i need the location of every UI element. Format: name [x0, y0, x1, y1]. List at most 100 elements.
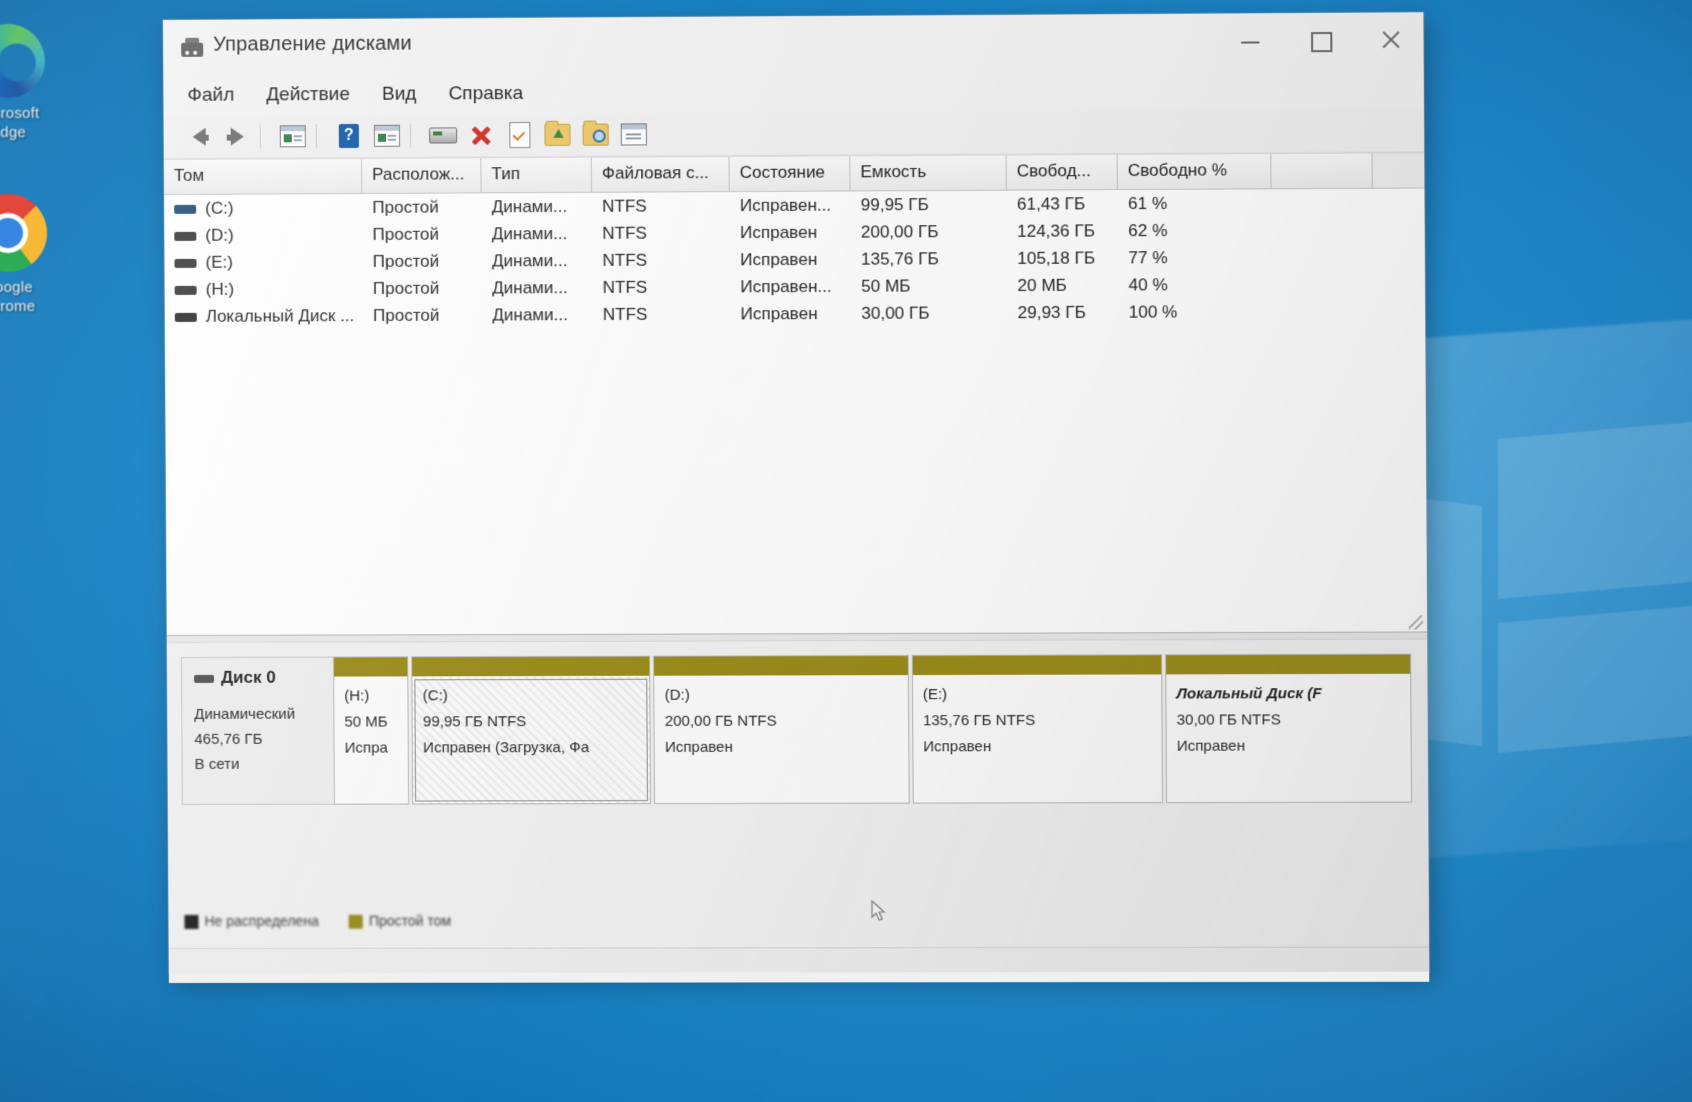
cell-volume: (E:) — [164, 252, 362, 273]
cell-file_system: NTFS — [592, 196, 730, 217]
partition-status: Испра — [345, 739, 409, 756]
cell-free_pct: 62 % — [1118, 220, 1272, 241]
cell-volume: (C:) — [164, 197, 362, 218]
cell-volume: (H:) — [165, 279, 363, 300]
cell-free_pct: 40 % — [1118, 274, 1272, 295]
cell-status: Исправен — [730, 303, 851, 324]
column-header-capacity[interactable]: Емкость — [850, 155, 1006, 190]
window-titlebar[interactable]: Управление дисками — [163, 12, 1424, 76]
folder-search-icon[interactable] — [576, 117, 614, 151]
column-header-free[interactable]: Свобод... — [1007, 155, 1118, 190]
menu-bar: Файл Действие Вид Справка — [163, 69, 1424, 116]
menu-item-view[interactable]: Вид — [382, 84, 417, 106]
menu-item-file[interactable]: Файл — [187, 85, 234, 107]
forward-arrow-icon[interactable] — [218, 119, 256, 153]
disk-management-window: Управление дисками Файл Действие Вид Спр… — [163, 12, 1429, 973]
desktop-icon-google-chrome[interactable]: Google Chrome — [0, 194, 68, 316]
column-header-spare[interactable] — [1271, 154, 1372, 189]
partition-strip: (H:) 50 МБ Испра (C:) 99,95 ГБ NTFS Исправен … — [333, 654, 1412, 805]
partition-color-bar — [334, 657, 408, 677]
volume-icon — [174, 231, 196, 240]
cell-status: Исправен... — [730, 195, 851, 216]
column-header-status[interactable]: Состояние — [730, 156, 851, 191]
partition-box[interactable]: Локальный Диск (F 30,00 ГБ NTFS Исправен — [1165, 654, 1412, 803]
partition-color-bar — [413, 657, 650, 678]
cell-capacity: 200,00 ГБ — [851, 221, 1007, 242]
graph-legend: Не распределена Простой том — [184, 912, 471, 929]
folder-up-icon[interactable] — [538, 118, 576, 152]
legend-item-simple-volume: Простой том — [349, 912, 451, 928]
menu-item-help[interactable]: Справка — [448, 83, 523, 105]
volume-icon — [174, 204, 196, 213]
show-action-pane-icon[interactable] — [368, 119, 406, 153]
maximize-button[interactable] — [1286, 13, 1355, 66]
partition-box[interactable]: (E:) 135,76 ГБ NTFS Исправен — [911, 654, 1163, 803]
cell-status: Исправен — [730, 249, 851, 270]
cell-type: Динами... — [482, 277, 593, 298]
toolbar-separator — [260, 124, 270, 148]
partition-status: Исправен — [1177, 737, 1411, 755]
back-arrow-icon[interactable] — [180, 120, 218, 154]
cell-layout: Простой — [362, 197, 481, 218]
help-icon[interactable]: ? — [330, 119, 368, 153]
legend-item-unallocated: Не распределена — [184, 913, 318, 929]
cell-free: 20 МБ — [1007, 275, 1118, 296]
disk-type: Динамический — [194, 702, 333, 727]
partition-status: Исправен — [665, 738, 908, 756]
table-row[interactable]: Локальный Диск ... Простой Динами... NTFS Ис… — [165, 297, 1426, 330]
volume-icon — [175, 312, 197, 321]
volume-label: (E:) — [205, 252, 233, 271]
partition-name: (D:) — [665, 686, 908, 704]
microsoft-edge-icon — [0, 24, 45, 98]
volume-list-body: (C:) Простой Динами... NTFS Исправен... 99,95… — [164, 188, 1425, 330]
column-header-volume[interactable]: Том — [164, 159, 362, 194]
partition-box[interactable]: (D:) 200,00 ГБ NTFS Исправен — [653, 655, 909, 804]
partition-box[interactable]: (C:) 99,95 ГБ NTFS Исправен (Загрузка, Фа — [412, 656, 652, 805]
disk-size: 465,76 ГБ — [194, 727, 333, 752]
partition-details: (D:) 200,00 ГБ NTFS Исправен — [654, 676, 908, 803]
partition-name: (C:) — [423, 687, 650, 705]
partition-status: Исправен — [923, 738, 1162, 756]
cell-type: Динами... — [482, 196, 593, 217]
cell-file_system: NTFS — [592, 223, 730, 244]
column-header-type[interactable]: Тип — [481, 158, 592, 193]
desktop-icon-label: Google — [0, 278, 68, 297]
disk-title-row: Диск 0 — [194, 668, 333, 688]
partition-box[interactable]: (H:) 50 МБ Испра — [333, 656, 409, 804]
delete-volume-icon[interactable] — [462, 118, 500, 152]
cell-type: Динами... — [482, 250, 593, 271]
menu-item-action[interactable]: Действие — [266, 84, 350, 106]
disk-info-panel[interactable]: Диск 0 Динамический 465,76 ГБ В сети — [181, 657, 334, 805]
desktop-icon-microsoft-edge[interactable]: Microsoft Edge — [0, 24, 68, 142]
wallpaper-pane-2 — [1498, 601, 1692, 753]
google-chrome-icon — [0, 194, 47, 272]
drive-properties-icon[interactable] — [424, 118, 462, 152]
volume-label: (H:) — [206, 279, 234, 298]
disk-icon — [194, 674, 214, 682]
show-console-tree-icon[interactable] — [274, 119, 312, 153]
minimize-button[interactable] — [1217, 13, 1286, 66]
disk-row-0: Диск 0 Динамический 465,76 ГБ В сети (H:… — [181, 654, 1412, 805]
partition-name: (H:) — [344, 687, 408, 704]
cell-type: Динами... — [482, 223, 593, 244]
cell-capacity: 99,95 ГБ — [851, 194, 1007, 215]
cell-volume: Локальный Диск ... — [165, 306, 363, 327]
disk-state: В сети — [194, 752, 333, 777]
column-header-free_pct[interactable]: Свободно % — [1118, 154, 1272, 189]
column-header-layout[interactable]: Располож... — [362, 158, 482, 193]
properties-document-icon[interactable] — [500, 118, 538, 152]
partition-details: Локальный Диск (F 30,00 ГБ NTFS Исправен — [1166, 675, 1411, 802]
cell-free: 29,93 ГБ — [1007, 302, 1118, 323]
volume-list-pane: Том Располож... Тип Файловая с... Состояние Е… — [164, 152, 1427, 635]
partition-color-bar — [654, 656, 907, 677]
cell-spare — [1272, 202, 1373, 203]
cell-layout: Простой — [363, 305, 482, 326]
close-button[interactable] — [1354, 12, 1423, 65]
resize-grip[interactable] — [1409, 615, 1423, 629]
window-title: Управление дисками — [213, 32, 412, 56]
cell-type: Динами... — [482, 305, 593, 326]
column-header-file_system[interactable]: Файловая с... — [592, 157, 730, 192]
details-view-icon[interactable] — [615, 117, 653, 151]
volume-label: (C:) — [205, 198, 233, 217]
volume-label: (D:) — [205, 225, 233, 244]
